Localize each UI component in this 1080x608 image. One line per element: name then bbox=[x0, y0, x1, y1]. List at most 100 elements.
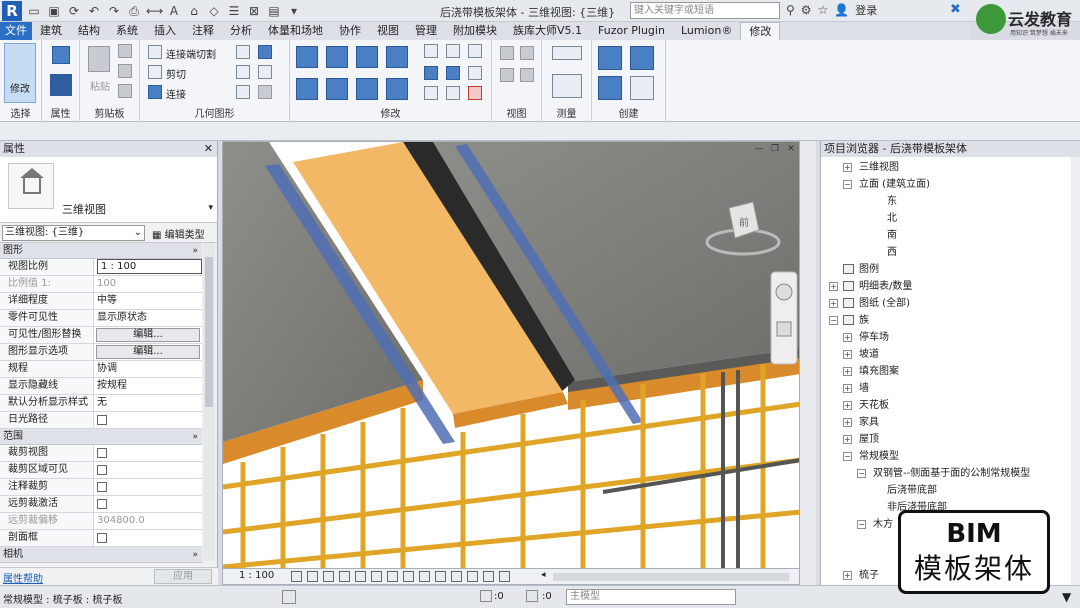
close-view-icon[interactable]: ✕ bbox=[785, 144, 797, 156]
sun-path-icon[interactable] bbox=[323, 571, 334, 582]
browser-node[interactable]: − 立面 (建筑立面) bbox=[821, 176, 1071, 193]
browser-node[interactable]: + 填充图案 bbox=[821, 363, 1071, 380]
properties-scrollbar[interactable] bbox=[203, 243, 215, 561]
property-value[interactable]: 显示原状态 bbox=[94, 310, 202, 326]
edit-button[interactable]: 编辑... bbox=[96, 328, 200, 342]
expand-icon[interactable]: + bbox=[843, 163, 852, 172]
create-group-icon[interactable] bbox=[598, 76, 622, 100]
analytical-icon[interactable] bbox=[467, 571, 478, 582]
mirror-axis-icon[interactable] bbox=[356, 46, 378, 68]
temp-hide-icon[interactable] bbox=[419, 571, 430, 582]
tab-13[interactable]: Fuzor Plugin bbox=[590, 22, 673, 40]
trim-multiple-icon[interactable] bbox=[424, 86, 438, 100]
edit-type-button[interactable]: ▦ 编辑类型 bbox=[152, 226, 205, 241]
property-value[interactable]: 编辑... bbox=[94, 344, 202, 360]
pin-icon[interactable] bbox=[468, 44, 482, 58]
browser-node[interactable]: 图例 bbox=[821, 261, 1071, 278]
property-value[interactable] bbox=[94, 530, 202, 546]
shadows-icon[interactable] bbox=[339, 571, 350, 582]
trim-extend-icon[interactable] bbox=[386, 78, 408, 100]
detail-level-icon[interactable] bbox=[291, 571, 302, 582]
editable-only-icon[interactable] bbox=[526, 590, 538, 602]
group-graphics[interactable]: 图形 » bbox=[0, 243, 202, 259]
restore-icon[interactable]: ❐ bbox=[769, 144, 781, 156]
view-selector-dropdown[interactable]: 三维视图: {三维} ⌄ bbox=[2, 225, 145, 241]
minimize-icon[interactable]: — bbox=[753, 144, 765, 156]
join-cut-icon[interactable] bbox=[148, 45, 162, 59]
tab-4[interactable]: 插入 bbox=[146, 22, 184, 40]
collapse-icon[interactable]: » bbox=[192, 243, 198, 259]
browser-node[interactable]: + 墙 bbox=[821, 380, 1071, 397]
tab-14[interactable]: Lumion® bbox=[673, 22, 740, 40]
close-hidden-icon[interactable]: ⊠ bbox=[246, 3, 262, 19]
create-assembly-icon[interactable] bbox=[598, 46, 622, 70]
select-panel-label[interactable]: 选择 bbox=[0, 105, 41, 120]
browser-node[interactable]: + 天花板 bbox=[821, 397, 1071, 414]
browser-node[interactable]: − 双钢管--侧面基于面的公制常规模型 bbox=[821, 465, 1071, 482]
collapse-icon[interactable]: » bbox=[192, 547, 198, 563]
delete-icon[interactable] bbox=[468, 86, 482, 100]
join-geometry-label[interactable]: 连接 bbox=[166, 86, 186, 101]
section-icon[interactable]: ◇ bbox=[206, 3, 222, 19]
split-face-icon[interactable] bbox=[258, 45, 272, 59]
copy-icon[interactable] bbox=[118, 64, 132, 78]
tab-2[interactable]: 结构 bbox=[70, 22, 108, 40]
modify-button[interactable]: 修改 bbox=[4, 43, 36, 103]
property-value[interactable] bbox=[94, 479, 202, 495]
property-value[interactable] bbox=[94, 445, 202, 461]
visual-style-icon[interactable] bbox=[307, 571, 318, 582]
search-input[interactable]: 键入关键字或短语 bbox=[630, 2, 780, 19]
subscription-icon[interactable]: ⚙ bbox=[801, 3, 812, 17]
collapse-icon[interactable]: » bbox=[192, 429, 198, 445]
tab-10[interactable]: 管理 bbox=[407, 22, 445, 40]
property-value[interactable]: 协调 bbox=[94, 361, 202, 377]
collapse-icon[interactable]: − bbox=[843, 180, 852, 189]
expand-icon[interactable]: + bbox=[843, 401, 852, 410]
group-extents[interactable]: 范围 » bbox=[0, 429, 202, 445]
highlight-icon[interactable] bbox=[483, 571, 494, 582]
array-icon[interactable] bbox=[424, 66, 438, 80]
browser-node[interactable]: 西 bbox=[821, 244, 1071, 261]
scale-icon[interactable] bbox=[446, 66, 460, 80]
text-icon[interactable]: A bbox=[166, 3, 182, 19]
paste-icon[interactable] bbox=[88, 46, 110, 72]
collapse-icon[interactable]: − bbox=[857, 520, 866, 529]
checkbox[interactable] bbox=[97, 465, 107, 475]
cut-icon[interactable] bbox=[118, 44, 132, 58]
mirror-draw-icon[interactable] bbox=[386, 46, 408, 68]
property-value[interactable]: 304800.0 bbox=[94, 513, 202, 529]
create-similar-icon[interactable] bbox=[630, 76, 654, 100]
tab-3[interactable]: 系统 bbox=[108, 22, 146, 40]
trim-single-icon[interactable] bbox=[446, 86, 460, 100]
split-gap-icon[interactable] bbox=[446, 44, 460, 58]
browser-node[interactable]: + 屋顶 bbox=[821, 431, 1071, 448]
redo-icon[interactable]: ↷ bbox=[106, 3, 122, 19]
expand-icon[interactable]: + bbox=[843, 571, 852, 580]
hide-icon[interactable] bbox=[500, 46, 514, 60]
save-icon[interactable]: ▣ bbox=[46, 3, 62, 19]
property-value[interactable] bbox=[94, 462, 202, 478]
user-icon[interactable]: 👤 bbox=[834, 3, 849, 17]
viewport-vertical-scrollbar[interactable] bbox=[800, 141, 816, 585]
property-value[interactable]: 1 : 100 bbox=[94, 259, 202, 275]
checkbox[interactable] bbox=[97, 499, 107, 509]
properties-help-link[interactable]: 属性帮助 bbox=[3, 570, 43, 585]
lock-3d-icon[interactable] bbox=[403, 571, 414, 582]
paint-icon[interactable] bbox=[236, 65, 250, 79]
collapse-icon[interactable]: − bbox=[857, 469, 866, 478]
group-camera[interactable]: 相机 » bbox=[0, 547, 202, 563]
expand-icon[interactable]: + bbox=[843, 333, 852, 342]
split-icon[interactable] bbox=[424, 44, 438, 58]
qat-dropdown-icon[interactable]: ▾ bbox=[286, 3, 302, 19]
offset-icon[interactable] bbox=[326, 46, 348, 68]
revit-logo-icon[interactable]: R bbox=[2, 1, 22, 21]
scroll-thumb[interactable] bbox=[205, 257, 213, 407]
type-selector[interactable]: 三维视图 ▾ bbox=[0, 157, 217, 223]
render-icon[interactable] bbox=[355, 571, 366, 582]
expand-icon[interactable]: + bbox=[829, 299, 838, 308]
property-value[interactable] bbox=[94, 412, 202, 428]
browser-scrollbar[interactable] bbox=[1071, 157, 1080, 585]
move-icon[interactable] bbox=[296, 78, 318, 100]
view-scale-input[interactable]: 1 : 100 bbox=[97, 259, 202, 274]
wall-joins-icon[interactable] bbox=[236, 45, 250, 59]
